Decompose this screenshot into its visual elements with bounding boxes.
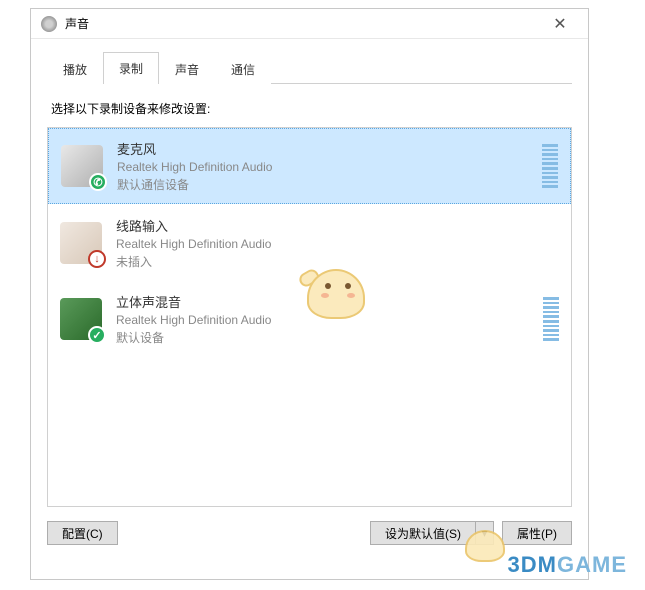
- close-button[interactable]: ✕: [542, 9, 578, 39]
- device-desc: Realtek High Definition Audio: [116, 237, 559, 251]
- tab-playback[interactable]: 播放: [47, 53, 103, 85]
- microphone-icon: ✆: [61, 145, 103, 187]
- window-title: 声音: [65, 15, 542, 32]
- device-status: 未插入: [116, 253, 559, 270]
- properties-button[interactable]: 属性(P): [502, 521, 572, 545]
- device-name: 立体声混音: [116, 292, 535, 311]
- button-row: 配置(C) 设为默认值(S) ▾ 属性(P): [47, 521, 572, 545]
- device-text: 线路输入 Realtek High Definition Audio 未插入: [116, 216, 559, 270]
- tab-communication[interactable]: 通信: [215, 53, 271, 85]
- device-status: 默认通信设备: [117, 176, 534, 193]
- level-meter-icon: [542, 144, 558, 188]
- device-desc: Realtek High Definition Audio: [117, 160, 534, 174]
- device-text: 立体声混音 Realtek High Definition Audio 默认设备: [116, 292, 535, 346]
- set-default-dropdown-button[interactable]: ▾: [476, 521, 494, 545]
- device-list[interactable]: ✆ 麦克风 Realtek High Definition Audio 默认通信…: [47, 127, 572, 507]
- device-text: 麦克风 Realtek High Definition Audio 默认通信设备: [117, 139, 534, 193]
- stereo-mix-icon: ✓: [60, 298, 102, 340]
- level-meter-icon: [543, 297, 559, 341]
- set-default-button[interactable]: 设为默认值(S): [370, 521, 476, 545]
- tab-recording[interactable]: 录制: [103, 52, 159, 84]
- device-name: 麦克风: [117, 139, 534, 158]
- sound-app-icon: [41, 16, 57, 32]
- set-default-split-button: 设为默认值(S) ▾: [370, 521, 494, 545]
- instruction-label: 选择以下录制设备来修改设置:: [51, 100, 568, 117]
- tab-sound[interactable]: 声音: [159, 53, 215, 85]
- unplugged-badge-icon: ↓: [88, 250, 106, 268]
- device-status: 默认设备: [116, 329, 535, 346]
- device-name: 线路输入: [116, 216, 559, 235]
- device-microphone[interactable]: ✆ 麦克风 Realtek High Definition Audio 默认通信…: [48, 128, 571, 204]
- device-desc: Realtek High Definition Audio: [116, 313, 535, 327]
- device-line-in[interactable]: ↓ 线路输入 Realtek High Definition Audio 未插入: [48, 206, 571, 280]
- titlebar: 声音 ✕: [31, 9, 588, 39]
- line-in-icon: ↓: [60, 222, 102, 264]
- close-icon: ✕: [553, 14, 566, 34]
- configure-button[interactable]: 配置(C): [47, 521, 118, 545]
- tab-strip: 播放 录制 声音 通信: [47, 51, 572, 84]
- default-comm-badge-icon: ✆: [89, 173, 107, 191]
- sound-dialog: 声音 ✕ 播放 录制 声音 通信 选择以下录制设备来修改设置: ✆ 麦克风 Re…: [30, 8, 589, 580]
- default-badge-icon: ✓: [88, 326, 106, 344]
- device-stereo-mix[interactable]: ✓ 立体声混音 Realtek High Definition Audio 默认…: [48, 282, 571, 356]
- client-area: 播放 录制 声音 通信 选择以下录制设备来修改设置: ✆ 麦克风 Realtek…: [31, 39, 588, 559]
- chevron-down-icon: ▾: [481, 526, 487, 540]
